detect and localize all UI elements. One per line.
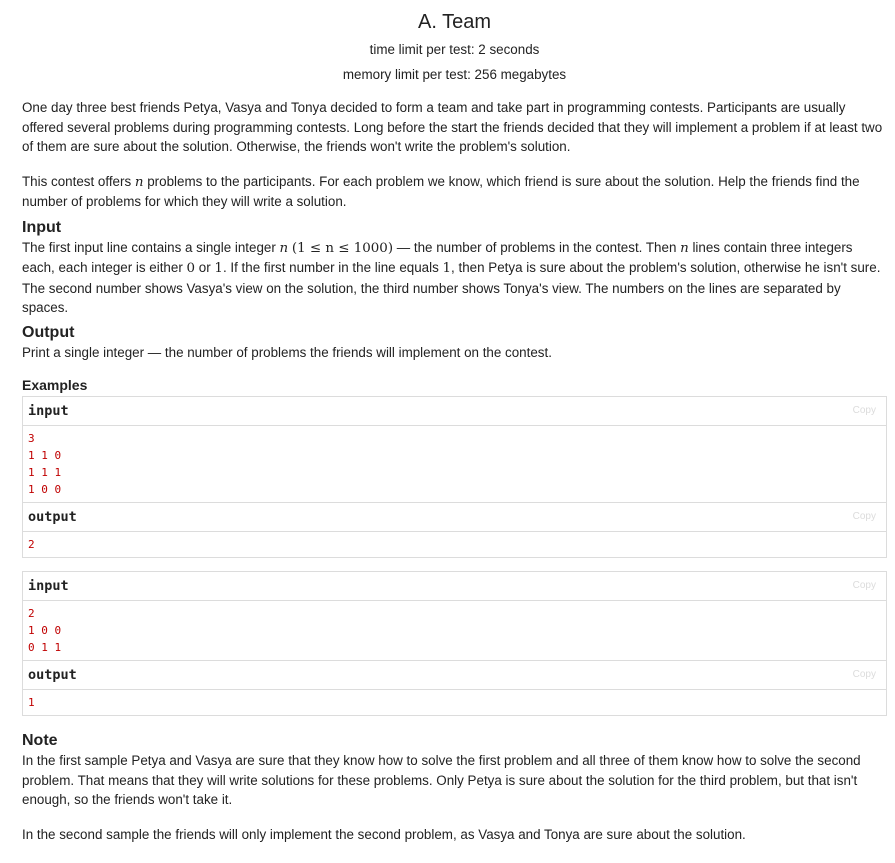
example-output-header: output Copy — [23, 503, 886, 532]
input-line: 1 0 0 — [28, 483, 62, 496]
time-limit: time limit per test: 2 seconds — [369, 42, 540, 57]
input-line: 1 1 1 — [28, 466, 62, 479]
copy-button[interactable]: Copy — [853, 405, 876, 416]
memory-limit: memory limit per test: 256 megabytes — [342, 67, 567, 82]
variable-n: n — [279, 240, 289, 256]
input-label: input — [28, 403, 69, 419]
note-paragraph-2: In the second sample the friends will on… — [22, 826, 746, 842]
value-one: 1 — [214, 261, 223, 276]
output-label: output — [28, 667, 77, 683]
legend-paragraph-1: One day three best friends Petya, Vasya … — [22, 100, 883, 154]
variable-n: n — [134, 174, 144, 190]
note-paragraph-1: In the first sample Petya and Vasya are … — [22, 753, 861, 807]
example-input-body: 3 1 1 0 1 1 1 1 0 0 — [23, 426, 886, 503]
input-line: 1 0 0 — [28, 624, 62, 637]
input-section-title: Input — [22, 218, 62, 236]
example-input-body: 2 1 0 0 0 1 1 — [23, 601, 886, 661]
example-output-body: 2 — [23, 532, 886, 557]
output-line: 1 — [28, 696, 35, 709]
legend-text-a: This contest offers — [22, 173, 135, 189]
problem-statement: A. Team time limit per test: 2 seconds m… — [0, 9, 895, 844]
input-text-4: or — [195, 260, 215, 275]
input-line: 2 — [28, 607, 35, 620]
copy-button[interactable]: Copy — [853, 511, 876, 522]
input-text-1: The first input line contains a single i… — [22, 239, 280, 255]
example-2: input Copy 2 1 0 0 0 1 1 output Copy 1 — [22, 571, 887, 716]
value-one: 1 — [442, 261, 452, 276]
legend-text-b: problems to the participants. For each p… — [22, 173, 860, 210]
problem-title: A. Team — [418, 11, 491, 33]
example-input-header: input Copy — [23, 397, 886, 426]
input-line: 3 — [28, 432, 35, 445]
legend-paragraph-2: This contest offers n problems to the pa… — [22, 172, 887, 212]
input-specification: The first input line contains a single i… — [22, 238, 887, 318]
examples-title: Examples — [22, 377, 88, 393]
example-1: input Copy 3 1 1 0 1 1 1 1 0 0 output Co… — [22, 396, 887, 558]
copy-button[interactable]: Copy — [853, 580, 876, 591]
input-text-2: — the number of problems in the contest.… — [393, 239, 681, 255]
example-output-body: 1 — [23, 690, 886, 715]
input-line: 0 1 1 — [28, 641, 62, 654]
copy-button[interactable]: Copy — [853, 669, 876, 680]
input-text-5: . If the first number in the line equals — [222, 260, 443, 275]
output-label: output — [28, 509, 77, 525]
variable-n: n — [680, 240, 689, 256]
example-input-header: input Copy — [23, 572, 886, 601]
constraint-formula: (1 ≤ n ≤ 1000) — [291, 240, 394, 256]
input-label: input — [28, 578, 69, 594]
output-section-title: Output — [22, 323, 75, 341]
output-line: 2 — [28, 538, 35, 551]
output-specification: Print a single integer — the number of p… — [22, 344, 552, 360]
example-output-header: output Copy — [23, 661, 886, 690]
value-zero: 0 — [186, 261, 196, 276]
input-line: 1 1 0 — [28, 449, 62, 462]
note-section-title: Note — [22, 732, 58, 749]
